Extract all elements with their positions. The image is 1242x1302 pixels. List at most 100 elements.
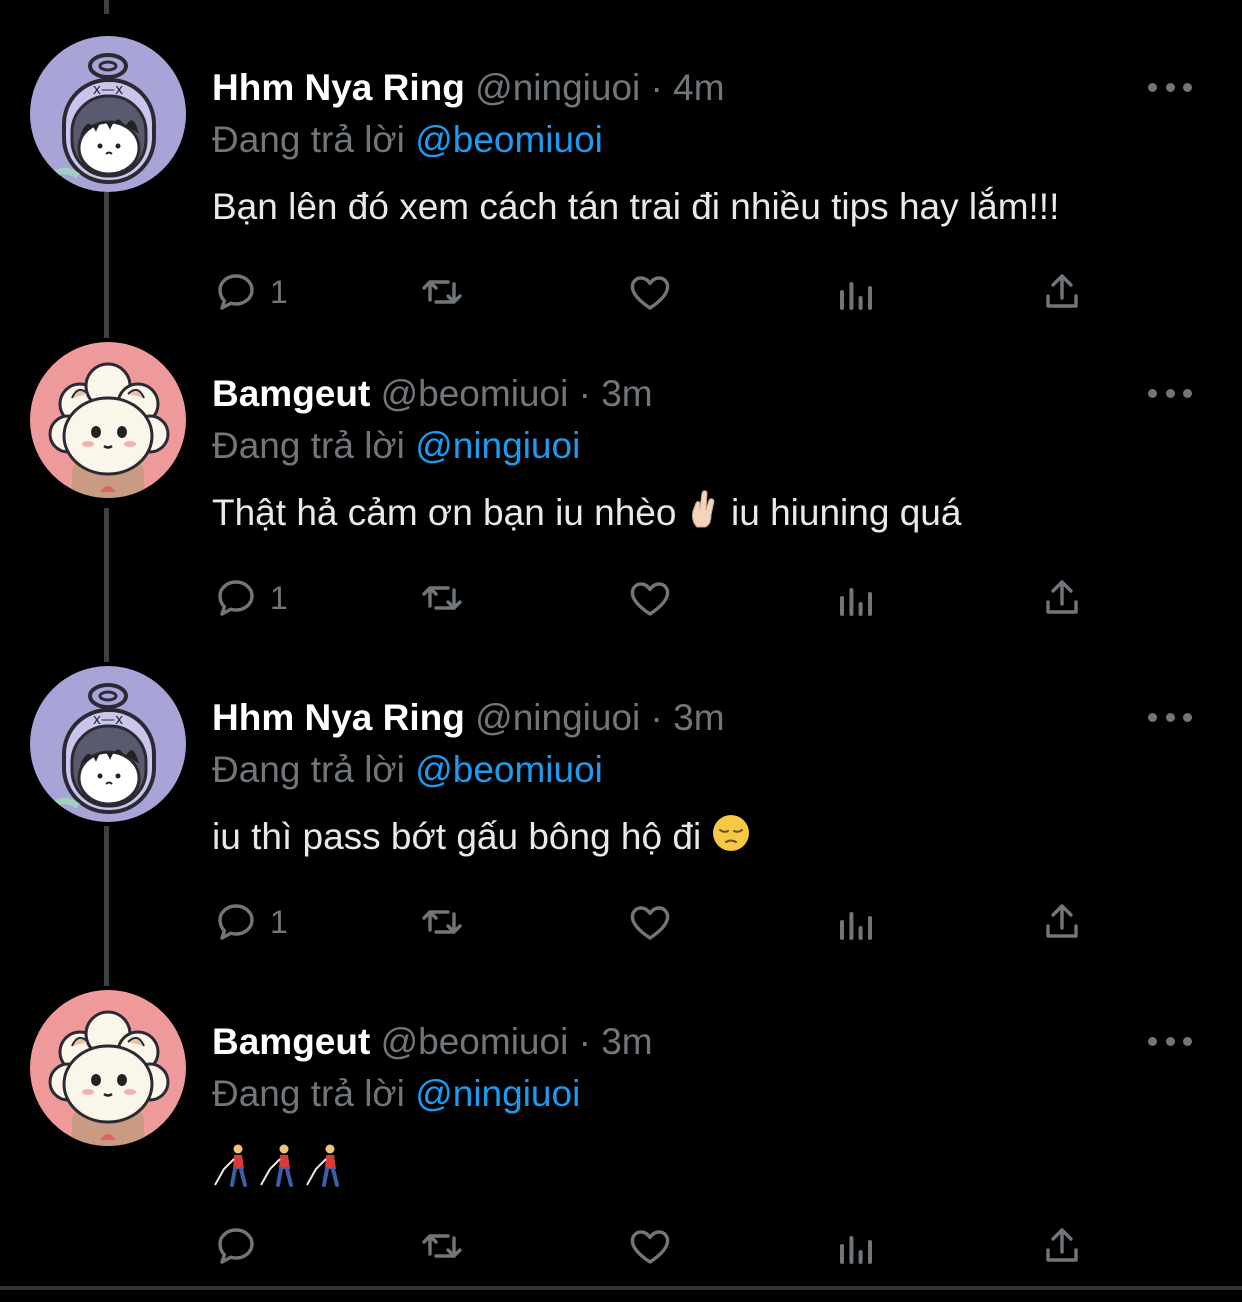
person-with-white-cane-emoji — [214, 1144, 247, 1188]
svg-text:x—x: x—x — [93, 82, 124, 98]
retweet-icon — [422, 280, 462, 304]
astronaut-avatar-icon[interactable]: x—x — [30, 36, 186, 192]
share-button[interactable] — [1038, 266, 1086, 318]
reply-button[interactable] — [212, 1220, 270, 1272]
retweet-button[interactable] — [418, 1220, 466, 1272]
reply-button[interactable]: 1 — [212, 896, 288, 948]
retweet-button[interactable] — [418, 572, 466, 624]
replying-to-label: Đang trả lời — [212, 1073, 405, 1114]
share-icon — [1046, 580, 1078, 614]
like-button[interactable] — [626, 896, 674, 948]
person-with-white-cane-emoji — [260, 1144, 293, 1188]
tweet-text: Bạn lên đó xem cách tán trai đi nhiều ti… — [212, 186, 1060, 227]
reply-count: 1 — [270, 903, 288, 940]
svg-text:x—x: x—x — [93, 712, 124, 728]
views-button[interactable] — [832, 1220, 880, 1272]
separator-dot: · — [578, 1021, 591, 1062]
emoji-row — [212, 1142, 350, 1188]
display-name[interactable]: Hhm Nya Ring — [212, 67, 465, 108]
timestamp[interactable]: 3m — [673, 697, 724, 738]
share-button[interactable] — [1038, 572, 1086, 624]
separator-dot: · — [650, 67, 663, 108]
more-options-icon[interactable] — [1148, 378, 1192, 408]
like-icon — [630, 906, 670, 940]
reply-icon — [218, 274, 254, 310]
reply-icon — [218, 580, 254, 616]
tweet-text: Thật hả cảm ơn bạn iu nhèo iu hiuning qu… — [212, 488, 961, 542]
retweet-button[interactable] — [418, 896, 466, 948]
separator-dot: · — [650, 697, 663, 738]
more-options-icon[interactable] — [1148, 72, 1192, 102]
views-icon — [840, 1236, 872, 1264]
like-icon — [630, 276, 670, 310]
retweet-icon — [422, 1234, 462, 1258]
mention-link[interactable]: @beomiuoi — [415, 749, 603, 790]
reply-button[interactable]: 1 — [212, 572, 288, 624]
share-button[interactable] — [1038, 1220, 1086, 1272]
reply-count: 1 — [270, 579, 288, 616]
user-handle[interactable]: @ningiuoi — [475, 67, 640, 108]
reply-icon — [218, 904, 254, 940]
mention-link[interactable]: @beomiuoi — [415, 119, 603, 160]
timestamp[interactable]: 3m — [601, 373, 652, 414]
replying-to: Đang trả lời @ningiuoi — [212, 422, 580, 470]
tweet-text-part: iu thì pass bớt gấu bông hộ đi — [212, 816, 702, 857]
like-icon — [630, 1230, 670, 1264]
share-icon — [1046, 904, 1078, 938]
retweet-button[interactable] — [418, 266, 466, 318]
user-handle[interactable]: @ningiuoi — [475, 697, 640, 738]
replying-to: Đang trả lời @ningiuoi — [212, 1070, 580, 1118]
share-button[interactable] — [1038, 896, 1086, 948]
action-bar: 1 — [212, 896, 1092, 948]
replying-to-label: Đang trả lời — [212, 119, 405, 160]
display-name[interactable]: Bamgeut — [212, 1021, 370, 1062]
like-button[interactable] — [626, 1220, 674, 1272]
like-icon — [630, 582, 670, 616]
like-button[interactable] — [626, 266, 674, 318]
views-icon — [840, 588, 872, 616]
share-icon — [1046, 274, 1078, 308]
mention-link[interactable]: @ningiuoi — [415, 1073, 580, 1114]
like-button[interactable] — [626, 572, 674, 624]
replying-to: Đang trả lời @beomiuoi — [212, 116, 603, 164]
views-button[interactable] — [832, 896, 880, 948]
user-handle[interactable]: @beomiuoi — [381, 1021, 569, 1062]
display-name[interactable]: Bamgeut — [212, 373, 370, 414]
replying-to: Đang trả lời @beomiuoi — [212, 746, 603, 794]
pensive-face-emoji — [711, 813, 751, 866]
bottom-divider — [0, 1286, 1242, 1290]
views-button[interactable] — [832, 266, 880, 318]
sheep-avatar-icon[interactable] — [30, 342, 186, 498]
thread-line — [104, 0, 109, 14]
display-name[interactable]: Hhm Nya Ring — [212, 697, 465, 738]
views-button[interactable] — [832, 572, 880, 624]
tweet-text: iu thì pass bớt gấu bông hộ đi — [212, 812, 751, 866]
crossed-fingers-emoji — [687, 489, 721, 542]
share-icon — [1046, 1228, 1078, 1262]
separator-dot: · — [578, 373, 591, 414]
more-options-icon[interactable] — [1148, 1026, 1192, 1056]
more-options-icon[interactable] — [1148, 702, 1192, 732]
tweet-text-part: iu hiuning quá — [731, 492, 962, 533]
astronaut-avatar-icon[interactable]: x—x — [30, 666, 186, 822]
mention-link[interactable]: @ningiuoi — [415, 425, 580, 466]
action-bar: 1 — [212, 572, 1092, 624]
tweet-header: Hhm Nya Ring @ningiuoi · 4m — [212, 64, 725, 112]
tweet-header: Hhm Nya Ring @ningiuoi · 3m — [212, 694, 725, 742]
tweet[interactable]: Bamgeut @beomiuoi · 3m Đang trả lời @nin… — [0, 978, 1242, 1302]
timestamp[interactable]: 4m — [673, 67, 724, 108]
retweet-icon — [422, 910, 462, 934]
tweet-header: Bamgeut @beomiuoi · 3m — [212, 370, 653, 418]
tweet-header: Bamgeut @beomiuoi · 3m — [212, 1018, 653, 1066]
action-bar — [212, 1220, 1092, 1272]
user-handle[interactable]: @beomiuoi — [381, 373, 569, 414]
reply-icon — [218, 1228, 254, 1264]
tweet[interactable]: Bamgeut @beomiuoi · 3m Đang trả lời @nin… — [0, 330, 1242, 654]
reply-count: 1 — [270, 273, 288, 310]
tweet[interactable]: x—x Hhm Nya Ring @ningiuoi · 4m Đang trả… — [0, 24, 1242, 348]
tweet[interactable]: x—x Hhm Nya Ring @ningiuoi · 3m Đang trả… — [0, 654, 1242, 978]
sheep-avatar-icon[interactable] — [30, 990, 186, 1146]
reply-button[interactable]: 1 — [212, 266, 288, 318]
timestamp[interactable]: 3m — [601, 1021, 652, 1062]
retweet-icon — [422, 586, 462, 610]
